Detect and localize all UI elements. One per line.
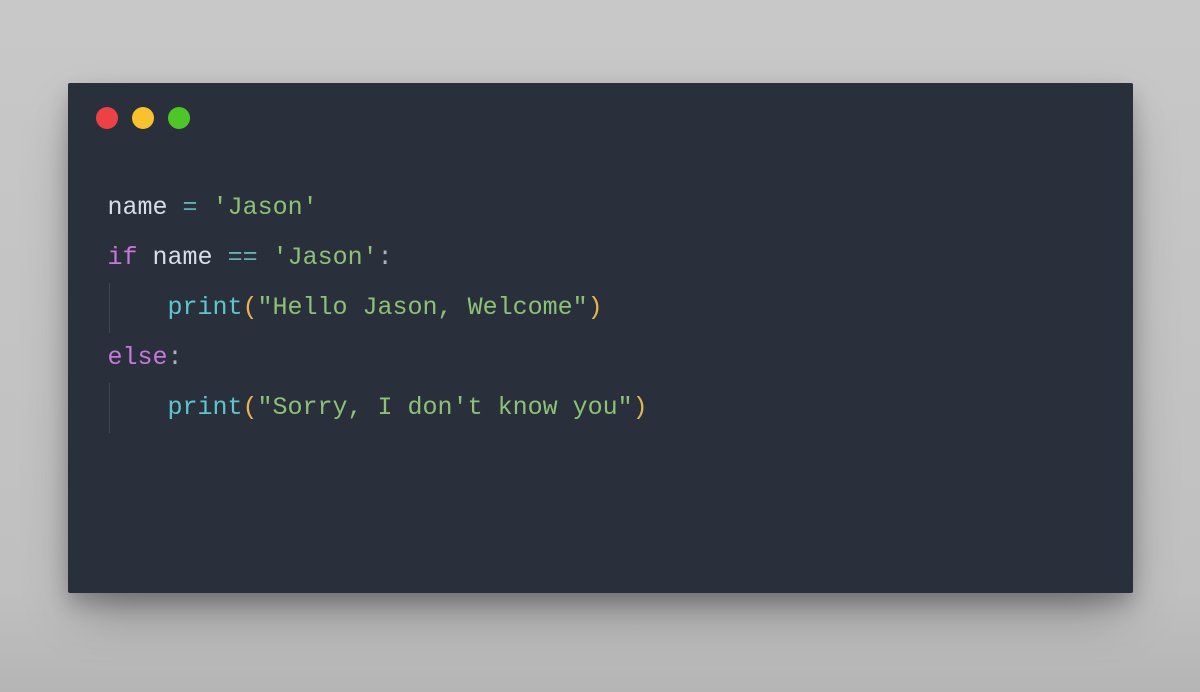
title-bar — [68, 83, 1133, 129]
token-punct: ) — [588, 293, 603, 322]
token-string: "Sorry, I don't know you" — [258, 393, 633, 422]
token-plain — [168, 193, 183, 222]
indent-guide: print("Hello Jason, Welcome") — [109, 283, 603, 333]
code-line: print("Hello Jason, Welcome") — [108, 283, 1093, 333]
code-window: name = 'Jason'if name == 'Jason':print("… — [68, 83, 1133, 593]
close-icon[interactable] — [96, 107, 118, 129]
token-plain — [213, 243, 228, 272]
code-editor[interactable]: name = 'Jason'if name == 'Jason':print("… — [68, 129, 1133, 453]
token-colon: : — [168, 343, 183, 372]
token-punct: ( — [243, 293, 258, 322]
token-punct: ) — [633, 393, 648, 422]
indent-guide: print("Sorry, I don't know you") — [109, 383, 648, 433]
minimize-icon[interactable] — [132, 107, 154, 129]
token-plain — [138, 243, 153, 272]
token-var: name — [153, 243, 213, 272]
token-var: name — [108, 193, 168, 222]
token-builtin: print — [168, 393, 243, 422]
code-line: else: — [108, 333, 1093, 383]
token-plain — [198, 193, 213, 222]
token-colon: : — [378, 243, 393, 272]
token-plain — [258, 243, 273, 272]
token-builtin: print — [168, 293, 243, 322]
code-line: name = 'Jason' — [108, 183, 1093, 233]
token-string: 'Jason' — [213, 193, 318, 222]
maximize-icon[interactable] — [168, 107, 190, 129]
token-op: = — [183, 193, 198, 222]
token-keyword: else — [108, 343, 168, 372]
token-string: 'Jason' — [273, 243, 378, 272]
token-op: == — [228, 243, 258, 272]
token-string: "Hello Jason, Welcome" — [258, 293, 588, 322]
code-line: print("Sorry, I don't know you") — [108, 383, 1093, 433]
token-keyword: if — [108, 243, 138, 272]
token-punct: ( — [243, 393, 258, 422]
code-line: if name == 'Jason': — [108, 233, 1093, 283]
